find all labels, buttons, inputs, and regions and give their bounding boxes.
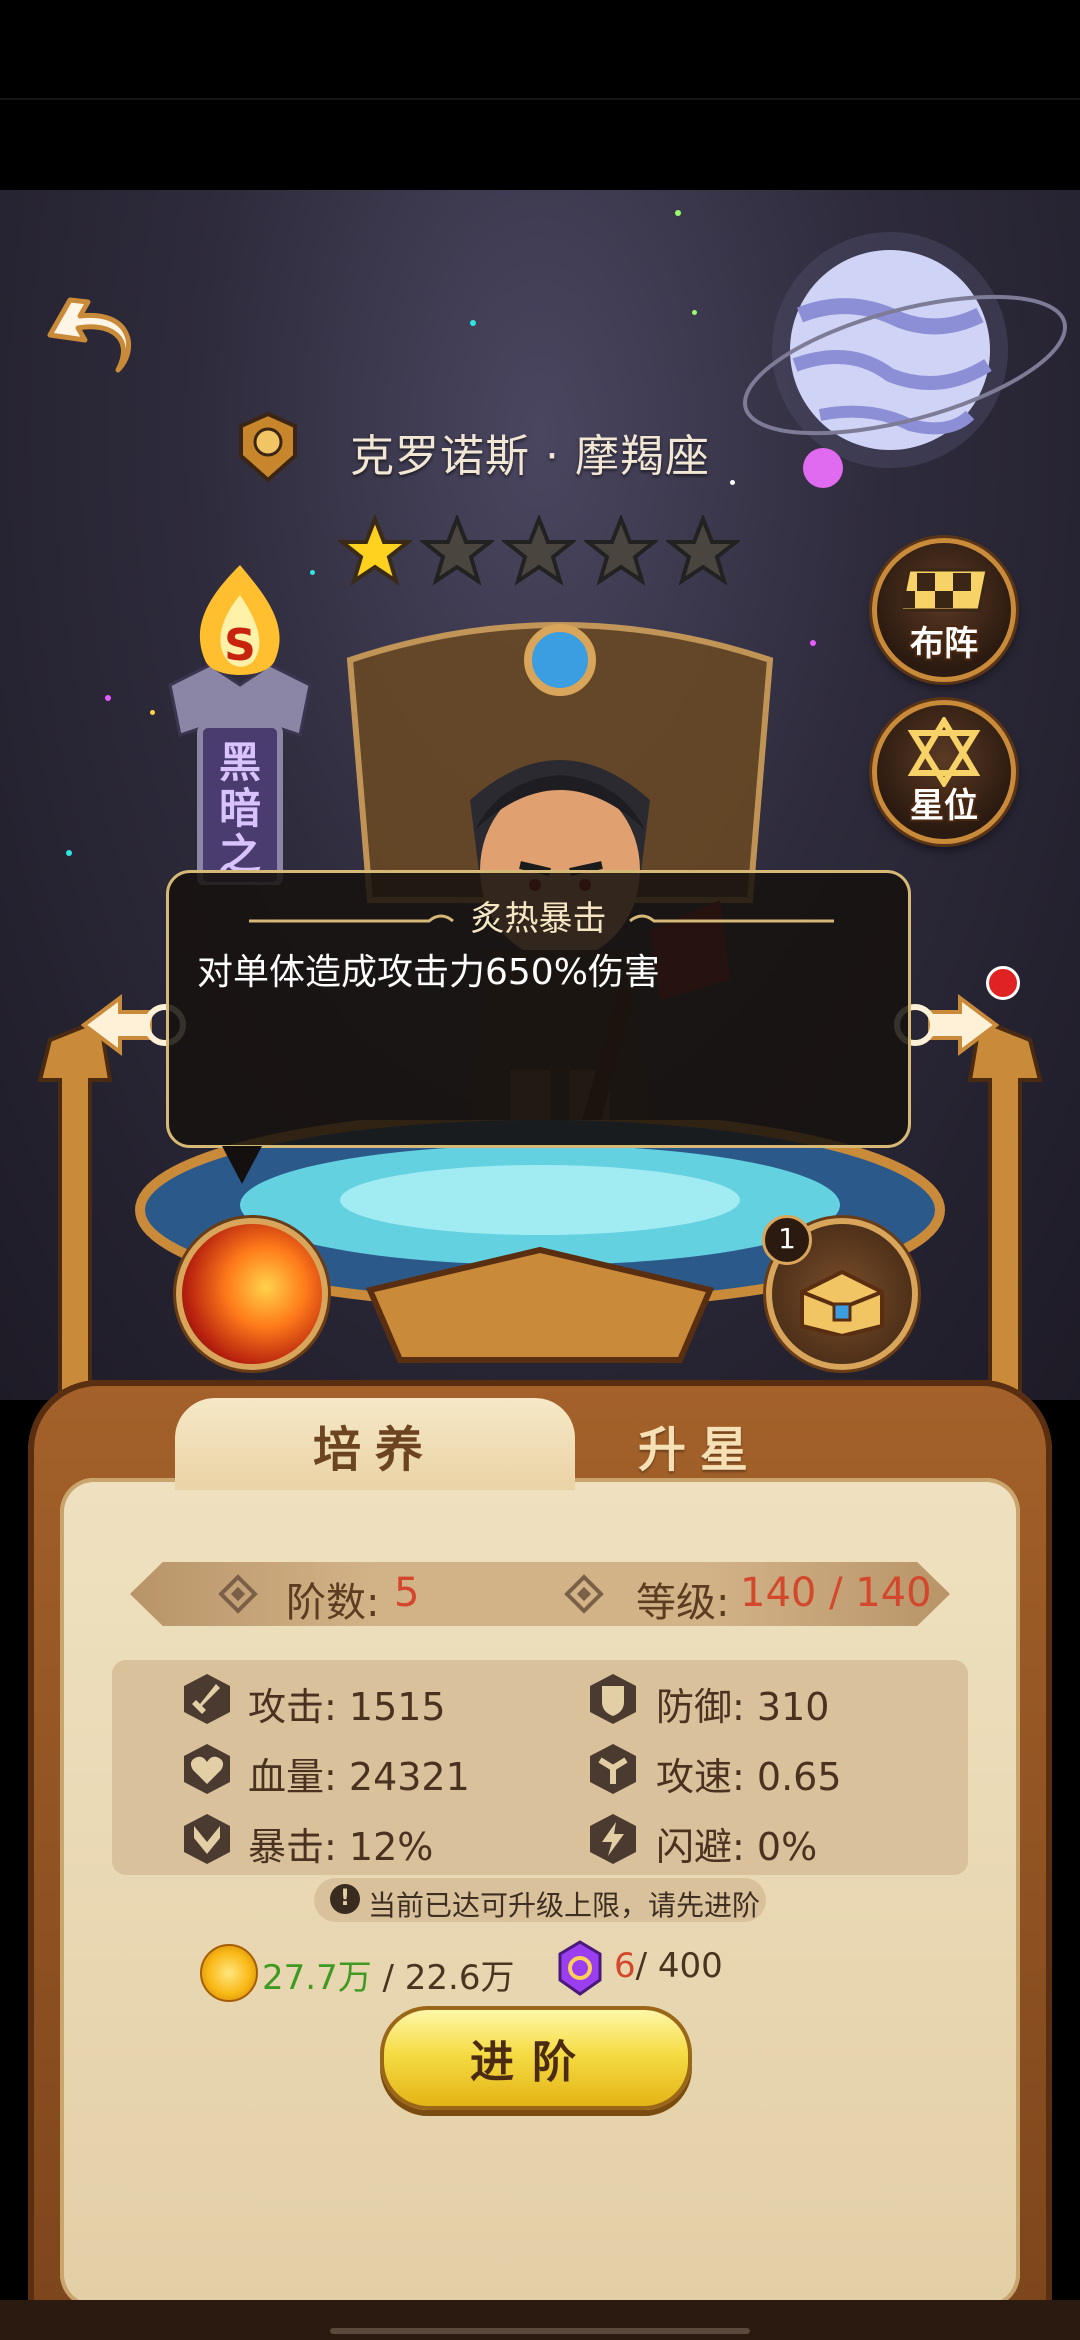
skill-tooltip: 炙热暴击 对单体造成攻击力650%伤害 [166, 870, 911, 1148]
defense-shield-icon [590, 1674, 636, 1724]
dodge-lightning-icon [590, 1814, 636, 1864]
tab-train-label[interactable]: 培养 [175, 1410, 575, 1480]
crit-stat: 暴击: 12% [248, 1816, 433, 1871]
rank-value: 5 [394, 1570, 420, 1616]
treasure-chest-icon [800, 1269, 884, 1336]
rank-badge-icon [239, 411, 297, 483]
advance-button-label[interactable]: 进阶 [380, 2026, 684, 2090]
attack-speed-stat: 攻速: 0.65 [656, 1746, 842, 1801]
star-empty-icon [666, 515, 740, 586]
god-title-char-1: 黑 [219, 738, 261, 787]
defense-value: 310 [756, 1685, 830, 1729]
tooltip-tail [222, 1146, 262, 1184]
hp-stat: 血量: 24321 [248, 1746, 470, 1801]
defense-stat: 防御: 310 [656, 1676, 829, 1731]
crit-icon [184, 1814, 230, 1864]
status-bar-divider [0, 98, 1080, 100]
hexagram-icon [907, 717, 981, 787]
formation-button[interactable]: 布阵 [872, 538, 1016, 682]
status-bar [0, 0, 1080, 190]
tab-star-up[interactable]: 升星 [560, 1410, 840, 1480]
checkerboard-icon [899, 568, 989, 612]
attack-label: 攻击: [248, 1685, 337, 1729]
attack-speed-icon [590, 1744, 636, 1794]
dodge-value: 0% [756, 1825, 818, 1869]
right-pillar [967, 1020, 1043, 1400]
star-empty-icon [584, 515, 658, 586]
dodge-stat: 闪避: 0% [656, 1816, 817, 1871]
skill-description: 对单体造成攻击力650%伤害 [197, 952, 660, 993]
skill-name: 炙热暴击 [470, 899, 607, 939]
defense-label: 防御: [656, 1685, 745, 1729]
hero-name: 克罗诺斯 · 摩羯座 [350, 431, 710, 482]
gold-coin-icon [200, 1944, 258, 2002]
gem-have: 6 [614, 1946, 636, 1986]
level-label: 等级: [636, 1580, 730, 1626]
crit-label: 暴击: [248, 1825, 337, 1869]
dodge-label: 闪避: [656, 1825, 745, 1869]
left-pillar [37, 1020, 113, 1400]
god-title-emblem: S 黑 暗 之 [168, 565, 312, 885]
constellation-label: 星位 [910, 786, 978, 826]
gem-cost: 6/ 400 [614, 1946, 723, 1986]
attack-sword-icon [184, 1674, 230, 1724]
skill-fire-icon[interactable] [176, 1218, 328, 1370]
crit-value: 12% [348, 1825, 434, 1869]
rank-letter: S [224, 620, 256, 671]
purple-gem-icon [558, 1940, 602, 1996]
bottom-strip [0, 2300, 1080, 2340]
star-empty-icon [502, 515, 576, 586]
warning-icon: ! [330, 1884, 360, 1914]
hp-value: 24321 [348, 1755, 470, 1799]
gold-cost: 27.7万 / 22.6万 [262, 1950, 514, 1999]
gold-need: / 22.6万 [382, 1958, 515, 1998]
constellation-button[interactable]: 星位 [872, 700, 1016, 844]
star-empty-icon [420, 515, 494, 586]
hp-heart-icon [184, 1744, 230, 1794]
level-value: 140 / 140 [740, 1570, 932, 1616]
god-title-char-2: 暗 [219, 784, 261, 833]
planet-icon [742, 232, 1068, 488]
attack-value: 1515 [348, 1685, 446, 1729]
formation-label: 布阵 [910, 624, 978, 664]
equipment-count-badge: 1 [762, 1215, 812, 1265]
attack-stat: 攻击: 1515 [248, 1676, 446, 1731]
back-arrow-icon[interactable] [40, 280, 160, 400]
gold-have: 27.7万 [262, 1958, 372, 1998]
star-filled-icon [338, 515, 412, 586]
hp-label: 血量: [248, 1755, 337, 1799]
gem-need: / 400 [635, 1946, 723, 1986]
attack-speed-value: 0.65 [756, 1755, 842, 1799]
notification-dot [986, 966, 1020, 1000]
attack-speed-label: 攻速: [656, 1755, 745, 1799]
rank-label: 阶数: [286, 1580, 380, 1626]
home-indicator[interactable] [330, 2328, 750, 2334]
level-cap-notice-text: 当前已达可升级上限，请先进阶 [368, 1889, 761, 1922]
